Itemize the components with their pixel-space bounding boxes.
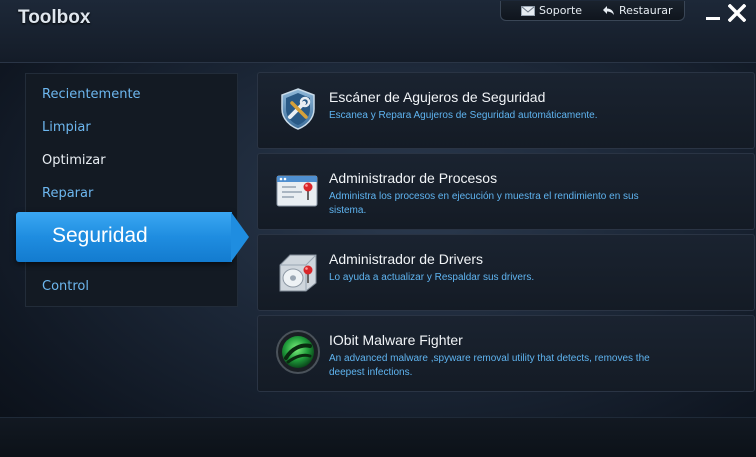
restore-button[interactable]: Restaurar bbox=[602, 4, 673, 17]
sidebar-item-reparar[interactable]: Reparar bbox=[42, 186, 93, 201]
process-window-icon bbox=[274, 166, 322, 214]
toolbox-window: Toolbox Soporte Restaurar Recientemente … bbox=[0, 0, 756, 457]
support-label: Soporte bbox=[539, 4, 583, 17]
hard-drive-icon bbox=[274, 247, 322, 295]
tool-card-security-scanner[interactable]: Escáner de Agujeros de Seguridad Escanea… bbox=[257, 72, 755, 149]
tool-description: An advanced malware ,spyware removal uti… bbox=[329, 353, 650, 378]
tool-description: Administra los procesos en ejecución y m… bbox=[329, 191, 639, 216]
status-bar bbox=[0, 417, 756, 457]
tool-title: Escáner de Agujeros de Seguridad bbox=[329, 89, 546, 105]
sidebar-item-limpiar[interactable]: Limpiar bbox=[42, 120, 91, 135]
close-icon bbox=[727, 3, 747, 23]
tool-title: IObit Malware Fighter bbox=[329, 332, 463, 348]
tool-card-process-manager[interactable]: Administrador de Procesos Administra los… bbox=[257, 153, 755, 230]
tool-card-driver-manager[interactable]: Administrador de Drivers Lo ayuda a actu… bbox=[257, 234, 755, 311]
tool-description: Lo ayuda a actualizar y Respaldar sus dr… bbox=[329, 272, 535, 283]
tool-card-malware-fighter[interactable]: IObit Malware Fighter An advanced malwar… bbox=[257, 315, 755, 392]
support-button[interactable]: Soporte bbox=[521, 4, 582, 17]
tool-title: Administrador de Drivers bbox=[329, 251, 484, 267]
envelope-icon bbox=[521, 5, 535, 16]
minimize-button[interactable] bbox=[704, 4, 720, 24]
sidebar-item-control[interactable]: Control bbox=[42, 279, 89, 294]
undo-arrow-icon bbox=[602, 5, 615, 16]
restore-label: Restaurar bbox=[619, 4, 673, 17]
sidebar-item-optimizar[interactable]: Optimizar bbox=[42, 153, 106, 168]
window-title: Toolbox bbox=[18, 7, 91, 28]
tool-description: Escanea y Repara Agujeros de Seguridad a… bbox=[329, 110, 598, 121]
shield-tools-icon bbox=[274, 85, 322, 133]
tool-title: Administrador de Procesos bbox=[329, 170, 498, 186]
sidebar-item-seguridad-label: Seguridad bbox=[52, 224, 148, 247]
active-item-arrow bbox=[231, 212, 249, 262]
malware-fighter-icon bbox=[274, 328, 322, 376]
category-sidebar: Recientemente Limpiar Optimizar Reparar … bbox=[25, 73, 238, 307]
close-button[interactable] bbox=[727, 3, 748, 24]
sidebar-item-seguridad[interactable]: Seguridad bbox=[16, 212, 232, 262]
top-links-bar: Soporte Restaurar bbox=[500, 1, 685, 21]
sidebar-item-recientemente[interactable]: Recientemente bbox=[42, 87, 141, 102]
minimize-icon bbox=[706, 17, 720, 20]
